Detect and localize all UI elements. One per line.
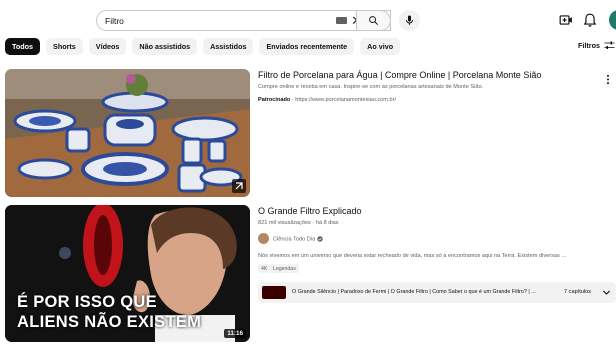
create-video-icon[interactable] xyxy=(559,13,573,27)
channel-name[interactable]: Ciência Todo Dia xyxy=(273,236,315,242)
chip-assistidos[interactable]: Assistidos xyxy=(203,38,254,55)
verified-check-icon xyxy=(317,236,323,242)
more-vert-icon[interactable] xyxy=(606,74,610,85)
badge-legendas: Legendas xyxy=(270,264,299,273)
chip-todos[interactable]: Todos xyxy=(5,38,41,55)
badge-4k: 4K xyxy=(258,264,271,273)
video-thumbnail[interactable]: É POR ISSO QUE ALIENS NÃO EXISTEM 11:16 xyxy=(5,205,250,342)
video-title[interactable]: O Grande Filtro Explicado xyxy=(258,206,362,216)
ad-title[interactable]: Filtro de Porcelana para Água | Compre O… xyxy=(258,70,541,80)
ad-url[interactable]: · https://www.porcelanamontesiao.com.br/ xyxy=(290,97,396,103)
keyboard-icon[interactable] xyxy=(336,17,347,24)
chapters-count: 7 capítulos xyxy=(564,289,592,295)
chip-nao-assistidos[interactable]: Não assistidos xyxy=(132,38,198,55)
video-description: Nós vivemos em um universo que deveria e… xyxy=(258,253,567,259)
channel-line: Ciência Todo Dia xyxy=(273,236,323,242)
ad-thumbnail[interactable] xyxy=(5,69,250,197)
account-avatar[interactable] xyxy=(609,10,616,30)
chip-enviados-recentemente[interactable]: Enviados recentemente xyxy=(259,38,355,55)
sliders-icon xyxy=(604,41,615,49)
search-button[interactable] xyxy=(356,10,391,31)
chevron-down-icon[interactable] xyxy=(602,288,611,297)
video-age: há 8 dias xyxy=(315,220,339,226)
chapters-bar[interactable]: O Grande Silêncio | Paradoxo de Fermi | … xyxy=(258,282,616,303)
filters-button[interactable]: Filtros xyxy=(578,41,615,50)
mic-icon xyxy=(406,15,413,25)
voice-search-button[interactable] xyxy=(399,10,420,31)
thumbnail-caption-line-2: ALIENS NÃO EXISTEM xyxy=(17,313,202,331)
ad-sponsored-line: Patrocinado · https://www.porcelanamonte… xyxy=(258,97,396,103)
ad-description: Compre online e receba em casa. Inspire-… xyxy=(258,84,484,90)
video-stats: 821 mil visualizações · há 8 dias xyxy=(258,220,339,226)
chip-ao-vivo[interactable]: Ao vivo xyxy=(360,38,401,55)
top-bar: Filtro ✕ xyxy=(0,0,616,38)
sponsored-label: Patrocinado xyxy=(258,97,291,103)
search-icon xyxy=(369,16,378,25)
porcelain-photo xyxy=(5,69,250,197)
search-input-value: Filtro xyxy=(105,15,124,26)
channel-avatar[interactable] xyxy=(258,233,269,244)
search-input[interactable]: Filtro ✕ xyxy=(96,10,391,31)
chapters-list-text: O Grande Silêncio | Paradoxo de Fermi | … xyxy=(292,289,536,295)
bell-icon[interactable] xyxy=(583,12,597,28)
chip-shorts[interactable]: Shorts xyxy=(46,38,83,55)
thumbnail-caption-line-1: É POR ISSO QUE xyxy=(17,293,157,311)
video-duration: 11:16 xyxy=(224,329,246,338)
filters-label: Filtros xyxy=(578,41,600,50)
chip-videos[interactable]: Vídeos xyxy=(88,38,127,55)
chapter-thumbnail xyxy=(262,286,286,299)
external-link-icon xyxy=(232,179,246,193)
filter-chips-bar: Todos Shorts Vídeos Não assistidos Assis… xyxy=(5,38,401,55)
video-views: 821 mil visualizações xyxy=(258,220,311,226)
